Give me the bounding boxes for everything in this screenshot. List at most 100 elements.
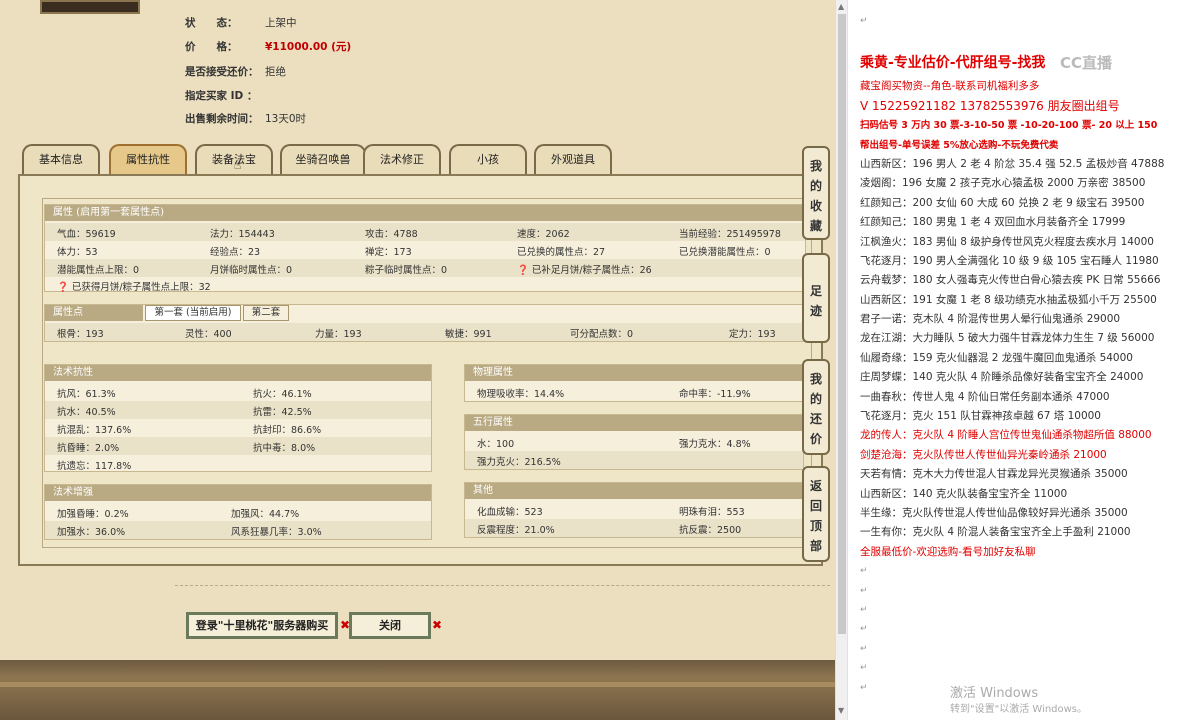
note-line: 云舟载梦：180 女人强毒克火传世白骨心猿去疾 PK 日常 55666 — [860, 274, 1161, 287]
other-header: 其他 — [465, 483, 803, 499]
points-set-1-tab[interactable]: 第一套 (当前启用) — [145, 305, 241, 321]
note-line: 飞花逐月：克火 151 队甘霖神孩卓越 67 塔 10000 — [860, 410, 1101, 423]
enhance-water: 加强水：36.0% — [57, 527, 126, 538]
tab-appearance[interactable]: 外观道具 — [534, 144, 612, 174]
note-line: 全服最低价-欢迎选购-看号加好友私聊 — [860, 545, 1036, 558]
five-water: 水：100 — [477, 439, 515, 450]
other-pearl: 明珠有泪：553 — [679, 507, 745, 518]
price-row: 价 格： ¥11000.00 (元) — [185, 41, 352, 53]
points-spirit: 灵性：400 — [185, 329, 232, 340]
five-vs-water: 强力克水：4.8% — [679, 439, 751, 450]
scroll-up-icon[interactable]: ▲ — [838, 2, 844, 11]
footprint-button[interactable]: 足迹 — [802, 253, 830, 343]
blank-line: ↵ — [860, 643, 868, 654]
resist-thunder: 抗雷：42.5% — [253, 407, 312, 418]
note-line: 山西新区：196 男人 2 老 4 阶忿 35.4 强 52.5 孟极炒音 47… — [860, 157, 1165, 170]
tab-basic[interactable]: 基本信息 — [22, 144, 100, 174]
points-unassigned: 可分配点数：0 — [570, 329, 634, 340]
resist-sleep: 抗昏睡：2.0% — [57, 443, 120, 454]
my-offers-button[interactable]: 我的还价 — [802, 359, 830, 455]
blank-line: ↵ — [860, 604, 868, 615]
blank-line: ↵ — [860, 663, 868, 674]
stream-logo: CC直播 — [1060, 54, 1113, 72]
vertical-scrollbar[interactable]: ▲ ▼ — [835, 0, 847, 720]
note-line: 龙的传人：克火队 4 阶睡人宫位传世鬼仙通杀物超所值 88000 — [860, 429, 1152, 442]
note-line: 一生有你：克火队 4 阶混人装备宝宝齐全上手盈利 21000 — [860, 526, 1131, 539]
note-line: 藏宝阁买物资--角色-联系司机福利多多 — [860, 80, 1040, 93]
notes-lines: ↵ 乘黄-专业估价-代肝组号-找我 藏宝阁买物资--角色-联系司机福利多多 V 152… — [860, 0, 1180, 698]
role-avatar — [40, 0, 140, 14]
notes-document: ↵ 乘黄-专业估价-代肝组号-找我 藏宝阁买物资--角色-联系司机福利多多 V 152… — [848, 0, 1180, 720]
attr-speed: 速度：2062 — [517, 229, 570, 240]
attr-zen: 禅定：173 — [365, 247, 412, 258]
scroll-down-icon[interactable]: ▼ — [838, 706, 844, 715]
close-button[interactable]: 关闭 — [349, 612, 431, 639]
buyer-row: 指定买家 ID ： — [185, 90, 258, 102]
resist-section: 法术抗性 抗风：61.3% 抗火：46.1% 抗水：40.5% 抗雷：42.5%… — [44, 364, 432, 472]
physical-absorb: 物理吸收率：14.4% — [477, 389, 565, 400]
note-line: 凌烟阁：196 女魔 2 孩子克水心猿孟极 2000 万亲密 38500 — [860, 177, 1146, 190]
resist-fire: 抗火：46.1% — [253, 389, 312, 400]
resist-header: 法术抗性 — [45, 365, 431, 381]
back-to-top-button[interactable]: 返回顶部 — [802, 466, 830, 562]
tab-spell-correction[interactable]: 法术修正 — [363, 144, 441, 174]
physical-header: 物理属性 — [465, 365, 803, 381]
attr-zongzi-temp: 粽子临时属性点：0 — [365, 265, 448, 276]
attr-header: 属性 (启用第一套属性点) — [45, 205, 805, 221]
other-anti-counter: 抗反震：2500 — [679, 525, 742, 536]
mouse-cursor-icon: ☝ — [234, 158, 242, 172]
tab-attributes[interactable]: 属性抗性 — [109, 144, 187, 174]
blank-line: ↵ — [860, 624, 868, 635]
note-line: 红颜知己：200 女仙 60 大成 60 兑换 2 老 9 级宝石 39500 — [860, 196, 1145, 209]
favorites-button[interactable]: 我的收藏 — [802, 146, 830, 240]
attr-mp: 法力：154443 — [210, 229, 275, 240]
five-section: 五行属性 水：100 强力克水：4.8% 强力克火：216.5% — [464, 414, 804, 470]
help-icon[interactable]: ❓ — [517, 265, 529, 276]
note-line: 山西新区：140 克火队装备宝宝齐全 11000 — [860, 487, 1068, 500]
points-set-2-tab[interactable]: 第二套 — [243, 305, 289, 321]
status-row: 状 态： 上架中 — [185, 17, 297, 29]
note-line: 半生缘：克火队传世混人传世仙品像较好异光通杀 35000 — [860, 506, 1128, 519]
note-line: 天若有情：克木大力传世混人甘霖龙异光灵猴通杀 35000 — [860, 468, 1128, 481]
close-x-icon: ✖ — [432, 618, 443, 632]
scroll-thumb[interactable] — [838, 14, 846, 634]
other-section: 其他 化血成输：523 明珠有泪：553 反震程度：21.0% 抗反震：2500 — [464, 482, 804, 538]
points-section: 属性点 第一套 (当前启用) 第二套 根骨：193 灵性：400 力量：193 … — [44, 304, 806, 342]
resist-water: 抗水：40.5% — [57, 407, 116, 418]
attr-mooncake-temp: 月饼临时属性点：0 — [210, 265, 293, 276]
resist-forget: 抗遗忘：117.8% — [57, 461, 132, 472]
attr-exchanged: 已兑换的属性点：27 — [517, 247, 606, 258]
login-buy-button[interactable]: 登录"十里桃花"服务器购买 — [186, 612, 338, 639]
attr-attack: 攻击：4788 — [365, 229, 418, 240]
note-line: 帮出组号-单号误差 5%放心选购-不玩免费代卖 — [860, 139, 1059, 151]
note-line: 飞花逐月：190 男人全满强化 10 级 9 级 105 宝石睡人 11980 — [860, 254, 1159, 267]
five-header: 五行属性 — [465, 415, 803, 431]
note-line: 剑楚沧海：克火队传世人传世仙异光秦岭通杀 21000 — [860, 448, 1107, 461]
blank-line: ↵ — [860, 566, 868, 577]
attr-mooncake-cap: ❓ 已获得月饼/粽子属性点上限：32 — [57, 282, 211, 293]
note-line: 江枫渔火：183 男仙 8 级护身传世风克火程度去疾水月 14000 — [860, 235, 1154, 248]
five-vs-fire: 强力克火：216.5% — [477, 457, 561, 468]
time-row: 出售剩余时间： 13天0时 — [185, 113, 307, 125]
resist-seal: 抗封印：86.6% — [253, 425, 322, 436]
attr-stamina: 体力：53 — [57, 247, 98, 258]
attr-exp-points: 经验点：23 — [210, 247, 261, 258]
help-icon[interactable]: ❓ — [57, 282, 69, 293]
other-blood: 化血成输：523 — [477, 507, 543, 518]
note-line: 庄周梦蝶：140 克火队 4 阶睡杀品像好装备宝宝齐全 24000 — [860, 371, 1144, 384]
attr-exp: 当前经验：251495978 — [679, 229, 781, 240]
note-line: 山西新区：191 女魔 1 老 8 级功绩克水抽孟极狐小千万 25500 — [860, 293, 1157, 306]
blank-line: ↵ — [860, 16, 868, 26]
activate-windows-hint: 转到"设置"以激活 Windows。 — [950, 704, 1088, 715]
attr-supplemented: ❓ 已补足月饼/粽子属性点：26 — [517, 265, 652, 276]
blank-line: ↵ — [860, 585, 868, 596]
note-line: V 15225921182 13782553976 朋友圈出组号 — [860, 98, 1120, 113]
enhance-section: 法术增强 加强昏睡：0.2% 加强风：44.7% 加强水：36.0% 风系狂暴几… — [44, 484, 432, 540]
tab-child[interactable]: 小孩 — [449, 144, 527, 174]
note-line: 红颜知己：180 男鬼 1 老 4 双回血水月装备齐全 17999 — [860, 216, 1126, 229]
enhance-wind: 加强风：44.7% — [231, 509, 300, 520]
tab-mounts-pets[interactable]: 坐骑召唤兽 — [280, 144, 366, 174]
resist-poison: 抗中毒：8.0% — [253, 443, 316, 454]
footer-bar — [0, 660, 835, 720]
listing-page: 状 态： 上架中 价 格： ¥11000.00 (元) 是否接受还价： 拒绝 指定买家… — [0, 0, 835, 720]
